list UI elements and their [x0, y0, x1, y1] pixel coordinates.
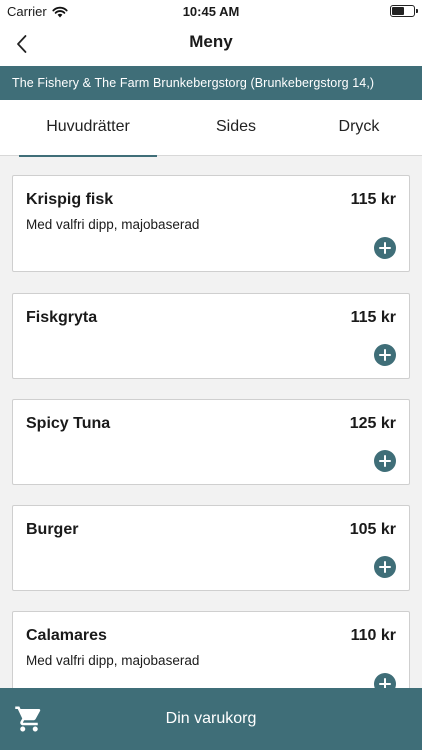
add-to-cart-button[interactable]	[374, 344, 396, 366]
menu-item-name: Calamares	[26, 627, 107, 644]
menu-item-price: 125 kr	[349, 415, 396, 432]
menu-item-name: Burger	[26, 521, 79, 538]
menu-item-price: 115 kr	[350, 309, 396, 326]
add-to-cart-button[interactable]	[374, 237, 396, 259]
cart-bar[interactable]: Din varukorg	[0, 688, 422, 750]
menu-item-name: Krispig fisk	[26, 191, 114, 208]
category-tabs: Huvudrätter Sides Dryck	[0, 100, 422, 157]
add-to-cart-button[interactable]	[374, 450, 396, 472]
menu-item-card[interactable]: Calamares 110 kr Med valfri dipp, majoba…	[12, 611, 410, 688]
menu-item-description: Med valfri dipp, majobaserad	[26, 653, 200, 668]
menu-item-price: 105 kr	[349, 521, 396, 538]
battery-icon	[390, 5, 418, 17]
menu-item-name: Spicy Tuna	[26, 415, 111, 432]
status-bar: Carrier 10:45 AM	[0, 0, 422, 22]
tab-sides[interactable]: Sides	[172, 100, 300, 156]
add-to-cart-button[interactable]	[374, 556, 396, 578]
menu-item-price: 110 kr	[350, 627, 396, 644]
menu-item-name: Fiskgryta	[26, 309, 98, 326]
plus-icon	[379, 678, 391, 688]
menu-item-card[interactable]: Fiskgryta 115 kr	[12, 293, 410, 379]
restaurant-location-banner: The Fishery & The Farm Brunkebergstorg (…	[0, 66, 422, 100]
cart-label: Din varukorg	[165, 710, 257, 727]
menu-item-card[interactable]: Spicy Tuna 125 kr	[12, 399, 410, 485]
status-time: 10:45 AM	[182, 4, 240, 19]
menu-item-card[interactable]: Krispig fisk 115 kr Med valfri dipp, maj…	[12, 175, 410, 272]
plus-icon	[379, 349, 391, 361]
plus-icon	[379, 561, 391, 573]
menu-list[interactable]: Krispig fisk 115 kr Med valfri dipp, maj…	[0, 156, 422, 688]
page-title: Meny	[189, 32, 233, 51]
menu-item-description: Med valfri dipp, majobaserad	[26, 217, 200, 232]
tab-huvudratter[interactable]: Huvudrätter	[19, 100, 157, 157]
tab-dryck[interactable]: Dryck	[300, 100, 418, 156]
navigation-bar: Meny	[0, 22, 422, 66]
add-to-cart-button[interactable]	[374, 673, 396, 688]
menu-item-price: 115 kr	[350, 191, 396, 208]
menu-item-card[interactable]: Burger 105 kr	[12, 505, 410, 591]
plus-icon	[379, 242, 391, 254]
plus-icon	[379, 455, 391, 467]
